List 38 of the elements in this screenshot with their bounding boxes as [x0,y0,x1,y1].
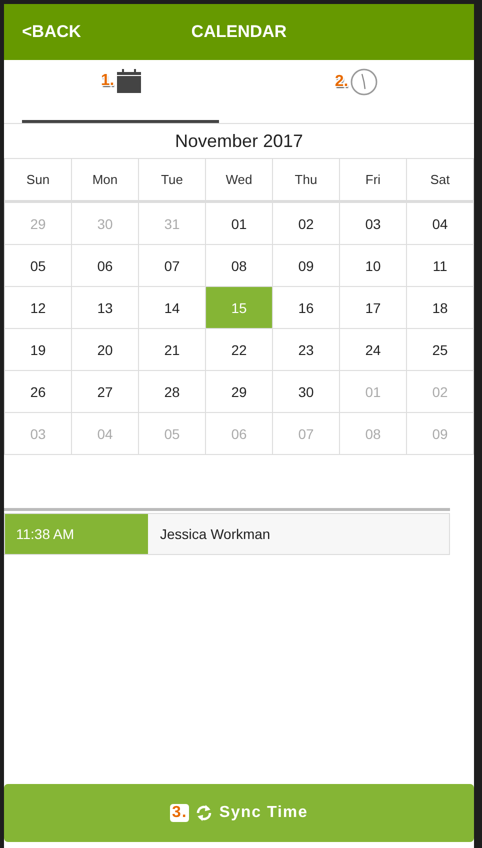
day-cell[interactable]: 07 [139,245,206,287]
step-marker: 2. [334,73,348,91]
page-title: CALENDAR [191,22,287,42]
step-marker: 1. [100,72,114,90]
day-cell[interactable]: 13 [72,287,139,329]
day-cell[interactable]: 19 [5,329,72,371]
entry-time: 11:38 AM [5,514,148,554]
day-cell[interactable]: 21 [139,329,206,371]
day-cell[interactable]: 29 [206,371,273,413]
day-cell[interactable]: 22 [206,329,273,371]
day-cell[interactable]: 04 [407,203,474,245]
day-cell[interactable]: 01 [206,203,273,245]
day-cell[interactable]: 10 [340,245,407,287]
day-cell[interactable]: 23 [273,329,340,371]
day-cell[interactable]: 27 [72,371,139,413]
entry-name: Jessica Workman [159,525,272,544]
day-cell[interactable]: 17 [340,287,407,329]
day-cell[interactable]: 12 [5,287,72,329]
day-cell[interactable]: 30 [273,371,340,413]
day-cell[interactable]: 11 [407,245,474,287]
day-cell[interactable]: 18 [407,287,474,329]
day-cell[interactable]: 06 [72,245,139,287]
day-cell[interactable]: 02 [273,203,340,245]
day-cell[interactable]: 08 [206,245,273,287]
day-cell[interactable]: 16 [273,287,340,329]
day-cell[interactable]: 05 [5,245,72,287]
sync-icon [195,804,214,822]
day-cell[interactable]: 14 [139,287,206,329]
day-cell[interactable]: 26 [5,371,72,413]
calendar-icon [116,68,142,94]
clock-icon [350,68,378,96]
day-cell[interactable]: 24 [340,329,407,371]
day-cell[interactable]: 03 [340,203,407,245]
day-cell[interactable]: 25 [407,329,474,371]
month-title: November 2017 [174,130,304,152]
day-cell[interactable]: 28 [139,371,206,413]
day-cell[interactable]: 09 [273,245,340,287]
day-cell[interactable]: 20 [72,329,139,371]
